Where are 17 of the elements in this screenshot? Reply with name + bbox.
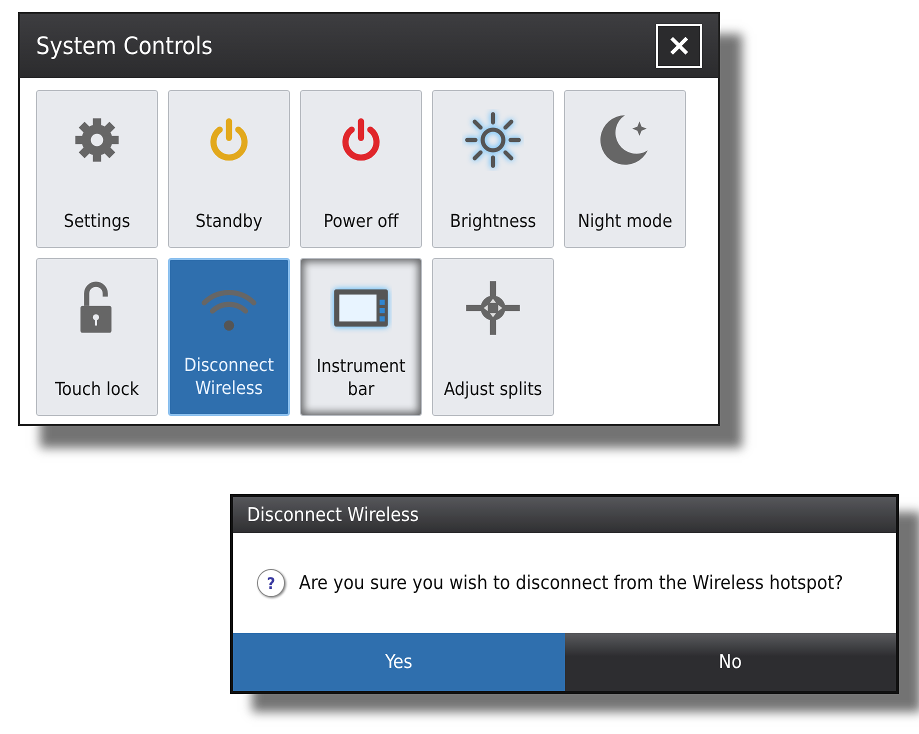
question-icon: ? (257, 569, 285, 597)
window-title: System Controls (36, 32, 213, 60)
control-tile[interactable]: Settings (36, 90, 158, 248)
control-tile[interactable]: Adjust splits (432, 258, 554, 416)
dialog-button[interactable]: No (564, 633, 896, 691)
control-tile[interactable]: Touch lock (36, 258, 158, 416)
control-tile[interactable]: Disconnect Wireless (168, 258, 290, 416)
control-tile[interactable]: Power off (300, 90, 422, 248)
control-tile[interactable]: Instrument bar (300, 258, 422, 416)
sun-icon (462, 109, 524, 171)
dialog-title: Disconnect Wireless (247, 504, 419, 526)
dialog-message: Are you sure you wish to disconnect from the Wireless hotspot? (299, 572, 844, 594)
dialog-button[interactable]: Yes (233, 633, 564, 691)
close-button[interactable]: ✕ (656, 24, 702, 68)
control-tile[interactable]: Night mode (564, 90, 686, 248)
control-tile[interactable]: Standby (168, 90, 290, 248)
control-tile[interactable]: Brightness (432, 90, 554, 248)
